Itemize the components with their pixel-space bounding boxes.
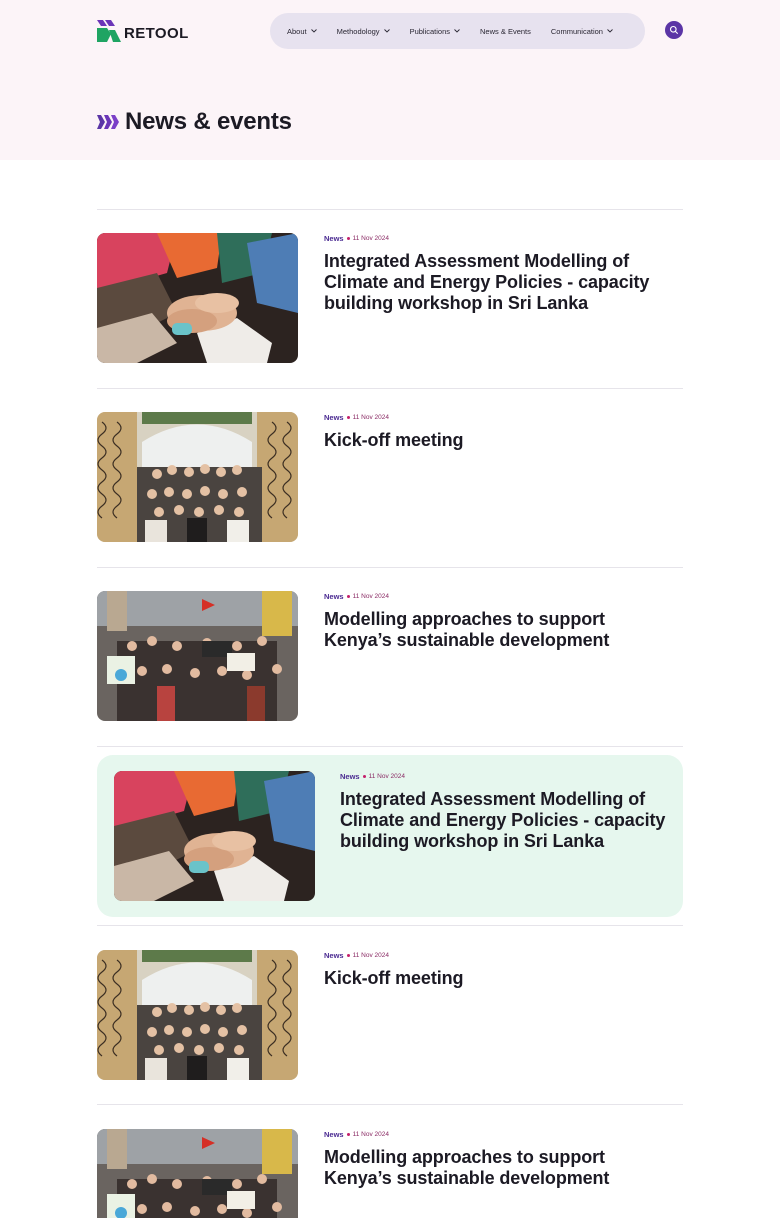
category-label: News <box>324 591 344 601</box>
nav-label: News & Events <box>480 26 531 36</box>
triple-chevron-icon <box>97 115 119 129</box>
card-body: News 11 Nov 2024 Modelling approaches to… <box>324 1129 654 1189</box>
nav-item-publications[interactable]: Publications <box>410 27 460 36</box>
main-nav: About Methodology Publications News & Ev… <box>270 13 645 49</box>
logo-mark-icon <box>97 19 121 42</box>
nav-label: Communication <box>550 26 603 36</box>
divider <box>97 567 683 568</box>
article-image-group-photo[interactable] <box>97 950 298 1080</box>
category-label: News <box>340 771 360 781</box>
category-label: News <box>324 1129 344 1139</box>
chevron-down-icon <box>607 29 613 33</box>
divider <box>97 746 683 747</box>
nav-item-about[interactable]: About <box>287 27 317 36</box>
date-label: 11 Nov 2024 <box>352 1130 389 1138</box>
page-title: News & events <box>125 108 292 135</box>
card-body: News 11 Nov 2024 Integrated Assessment M… <box>324 233 654 314</box>
article-image-group-photo[interactable] <box>97 412 298 542</box>
nav-item-news-events[interactable]: News & Events <box>480 27 531 36</box>
news-card[interactable]: News 11 Nov 2024 Kick-off meeting <box>97 412 683 544</box>
nav-item-communication[interactable]: Communication <box>551 27 613 36</box>
card-body: News 11 Nov 2024 Kick-off meeting <box>324 412 654 451</box>
date-label: 11 Nov 2024 <box>368 772 405 780</box>
divider <box>97 1104 683 1105</box>
article-title[interactable]: Integrated Assessment Modelling of Clima… <box>324 251 654 314</box>
date-label: 11 Nov 2024 <box>352 592 389 600</box>
article-image-hands-stacked[interactable] <box>114 771 315 901</box>
dot-separator <box>346 236 350 240</box>
card-body: News 11 Nov 2024 Integrated Assessment M… <box>340 771 670 852</box>
news-card[interactable]: News 11 Nov 2024 Modelling approaches to… <box>97 1129 683 1218</box>
article-image-climate-march[interactable] <box>97 591 298 721</box>
divider <box>97 209 683 210</box>
date-label: 11 Nov 2024 <box>352 951 389 959</box>
divider <box>97 925 683 926</box>
article-image-climate-march[interactable] <box>97 1129 298 1218</box>
nav-item-methodology[interactable]: Methodology <box>337 27 390 36</box>
news-card[interactable]: News 11 Nov 2024 Modelling approaches to… <box>97 591 683 723</box>
card-meta: News 11 Nov 2024 <box>324 412 654 422</box>
card-meta: News 11 Nov 2024 <box>324 591 654 601</box>
search-button[interactable] <box>665 21 683 39</box>
article-image-hands-stacked[interactable] <box>97 233 298 363</box>
card-meta: News 11 Nov 2024 <box>324 950 654 960</box>
search-icon <box>669 25 678 34</box>
news-card[interactable]: News 11 Nov 2024 Kick-off meeting <box>97 950 683 1082</box>
category-label: News <box>324 412 344 422</box>
article-title[interactable]: Modelling approaches to support Kenya’s … <box>324 609 654 651</box>
article-title[interactable]: Kick-off meeting <box>324 430 654 451</box>
article-title[interactable]: Modelling approaches to support Kenya’s … <box>324 1147 654 1189</box>
news-card-highlighted[interactable]: News 11 Nov 2024 Integrated Assessment M… <box>97 755 683 917</box>
card-meta: News 11 Nov 2024 <box>324 233 654 243</box>
logo-text: RETOOL <box>124 25 189 42</box>
nav-label: Methodology <box>336 26 380 36</box>
page-heading: News & events <box>97 108 292 136</box>
dot-separator <box>346 953 350 957</box>
dot-separator <box>346 1132 350 1136</box>
card-meta: News 11 Nov 2024 <box>340 771 670 781</box>
dot-separator <box>346 415 350 419</box>
dot-separator <box>346 594 350 598</box>
nav-label: Publications <box>409 26 451 36</box>
card-body: News 11 Nov 2024 Modelling approaches to… <box>324 591 654 651</box>
article-title[interactable]: Kick-off meeting <box>324 968 654 989</box>
date-label: 11 Nov 2024 <box>352 234 389 242</box>
date-label: 11 Nov 2024 <box>352 413 389 421</box>
nav-label: About <box>287 26 307 36</box>
category-label: News <box>324 950 344 960</box>
dot-separator <box>362 774 366 778</box>
category-label: News <box>324 233 344 243</box>
chevron-down-icon <box>383 29 390 33</box>
divider <box>97 388 683 389</box>
retool-logo[interactable]: RETOOL <box>97 19 189 42</box>
chevron-down-icon <box>310 29 317 33</box>
news-card[interactable]: News 11 Nov 2024 Integrated Assessment M… <box>97 233 683 365</box>
article-title[interactable]: Integrated Assessment Modelling of Clima… <box>340 789 670 852</box>
chevron-down-icon <box>454 29 460 33</box>
card-meta: News 11 Nov 2024 <box>324 1129 654 1139</box>
card-body: News 11 Nov 2024 Kick-off meeting <box>324 950 654 989</box>
